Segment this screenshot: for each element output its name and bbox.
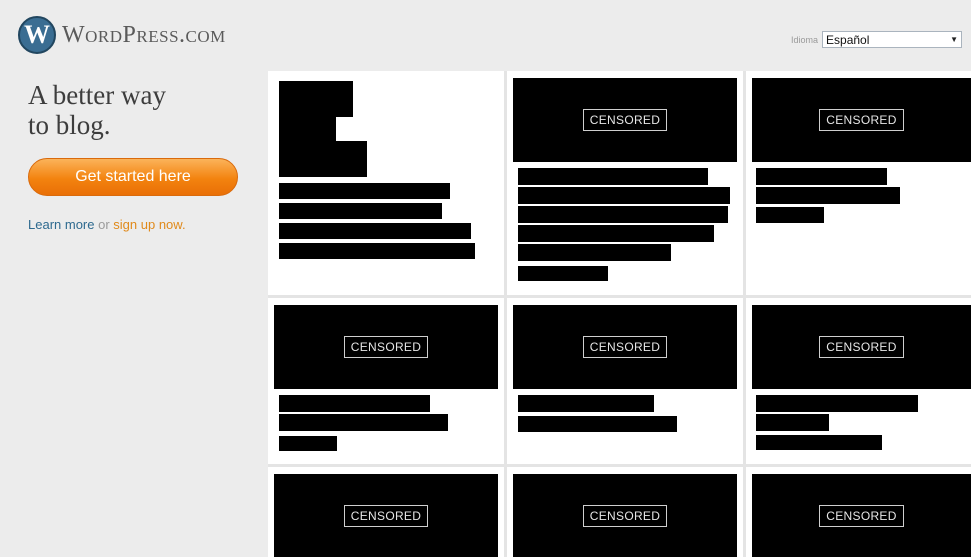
- or-text: or: [94, 217, 114, 232]
- censored-image: CENSORED: [513, 474, 737, 557]
- redacted-bar: [518, 187, 730, 204]
- tagline-line-1: A better way: [28, 80, 166, 110]
- page-tagline: A better way to blog.: [28, 80, 228, 140]
- censored-label: CENSORED: [582, 336, 668, 358]
- censored-image: CENSORED: [274, 305, 498, 389]
- redacted-bar: [756, 395, 918, 412]
- redacted-bar: [756, 207, 824, 223]
- censored-image: CENSORED: [513, 305, 737, 389]
- redacted-bar: [756, 187, 900, 204]
- redacted-bar: [756, 435, 882, 450]
- censored-label: CENSORED: [582, 504, 668, 527]
- redacted-bar: [756, 168, 887, 185]
- redacted-bar: [279, 183, 450, 199]
- showcase-tile[interactable]: CENSORED: [507, 467, 743, 557]
- redacted-bar: [279, 223, 471, 239]
- sign-up-link[interactable]: sign up now.: [113, 217, 185, 232]
- redacted-block: [279, 117, 336, 141]
- redacted-bar: [518, 266, 608, 281]
- censored-label: CENSORED: [819, 336, 904, 358]
- showcase-tile[interactable]: [268, 71, 504, 295]
- tagline-line-2: to blog.: [28, 110, 111, 140]
- wordpress-logo[interactable]: W WordPress.com: [18, 16, 226, 54]
- redacted-bar: [279, 414, 448, 431]
- wordpress-w-icon: W: [18, 16, 56, 54]
- redacted-bar: [279, 243, 475, 259]
- showcase-tile[interactable]: CENSORED: [507, 298, 743, 464]
- redacted-bar: [518, 168, 708, 185]
- censored-image: CENSORED: [513, 78, 737, 162]
- redacted-bar: [279, 436, 337, 451]
- learn-more-link[interactable]: Learn more: [28, 217, 94, 232]
- redacted-bar: [279, 203, 442, 219]
- redacted-bar: [756, 414, 829, 431]
- get-started-button[interactable]: Get started here: [28, 158, 238, 196]
- redacted-block: [279, 81, 353, 117]
- censored-label: CENSORED: [343, 504, 429, 527]
- censored-image: CENSORED: [752, 78, 971, 162]
- showcase-tile[interactable]: CENSORED: [746, 467, 971, 557]
- redacted-bar: [518, 225, 714, 242]
- learn-more-line: Learn more or sign up now.: [28, 217, 186, 232]
- showcase-tile[interactable]: CENSORED: [268, 298, 504, 464]
- censored-label: CENSORED: [819, 504, 904, 527]
- showcase-tile[interactable]: CENSORED: [746, 71, 971, 295]
- redacted-bar: [518, 244, 671, 261]
- showcase-tile[interactable]: CENSORED: [746, 298, 971, 464]
- redacted-bar: [518, 395, 654, 412]
- redacted-bar: [518, 206, 728, 223]
- language-label: Idioma: [791, 34, 819, 45]
- showcase-grid: CENSORED CENSORED CENSORED CENSORED CENS…: [268, 71, 971, 557]
- redacted-bar: [279, 395, 430, 412]
- censored-label: CENSORED: [582, 109, 668, 131]
- censored-image: CENSORED: [752, 474, 971, 557]
- redacted-bar: [518, 416, 677, 432]
- language-selector: Idioma Español ▼: [791, 31, 963, 48]
- censored-label: CENSORED: [343, 336, 429, 358]
- censored-label: CENSORED: [819, 109, 904, 131]
- censored-image: CENSORED: [752, 305, 971, 389]
- redacted-block: [279, 141, 367, 177]
- language-select[interactable]: Español ▼: [822, 31, 963, 48]
- showcase-tile[interactable]: CENSORED: [507, 71, 743, 295]
- censored-image: CENSORED: [274, 474, 498, 557]
- logo-wordmark: WordPress.com: [62, 21, 226, 48]
- showcase-tile[interactable]: CENSORED: [268, 467, 504, 557]
- language-value: Español: [826, 32, 870, 47]
- dropdown-arrow-icon: ▼: [950, 35, 959, 44]
